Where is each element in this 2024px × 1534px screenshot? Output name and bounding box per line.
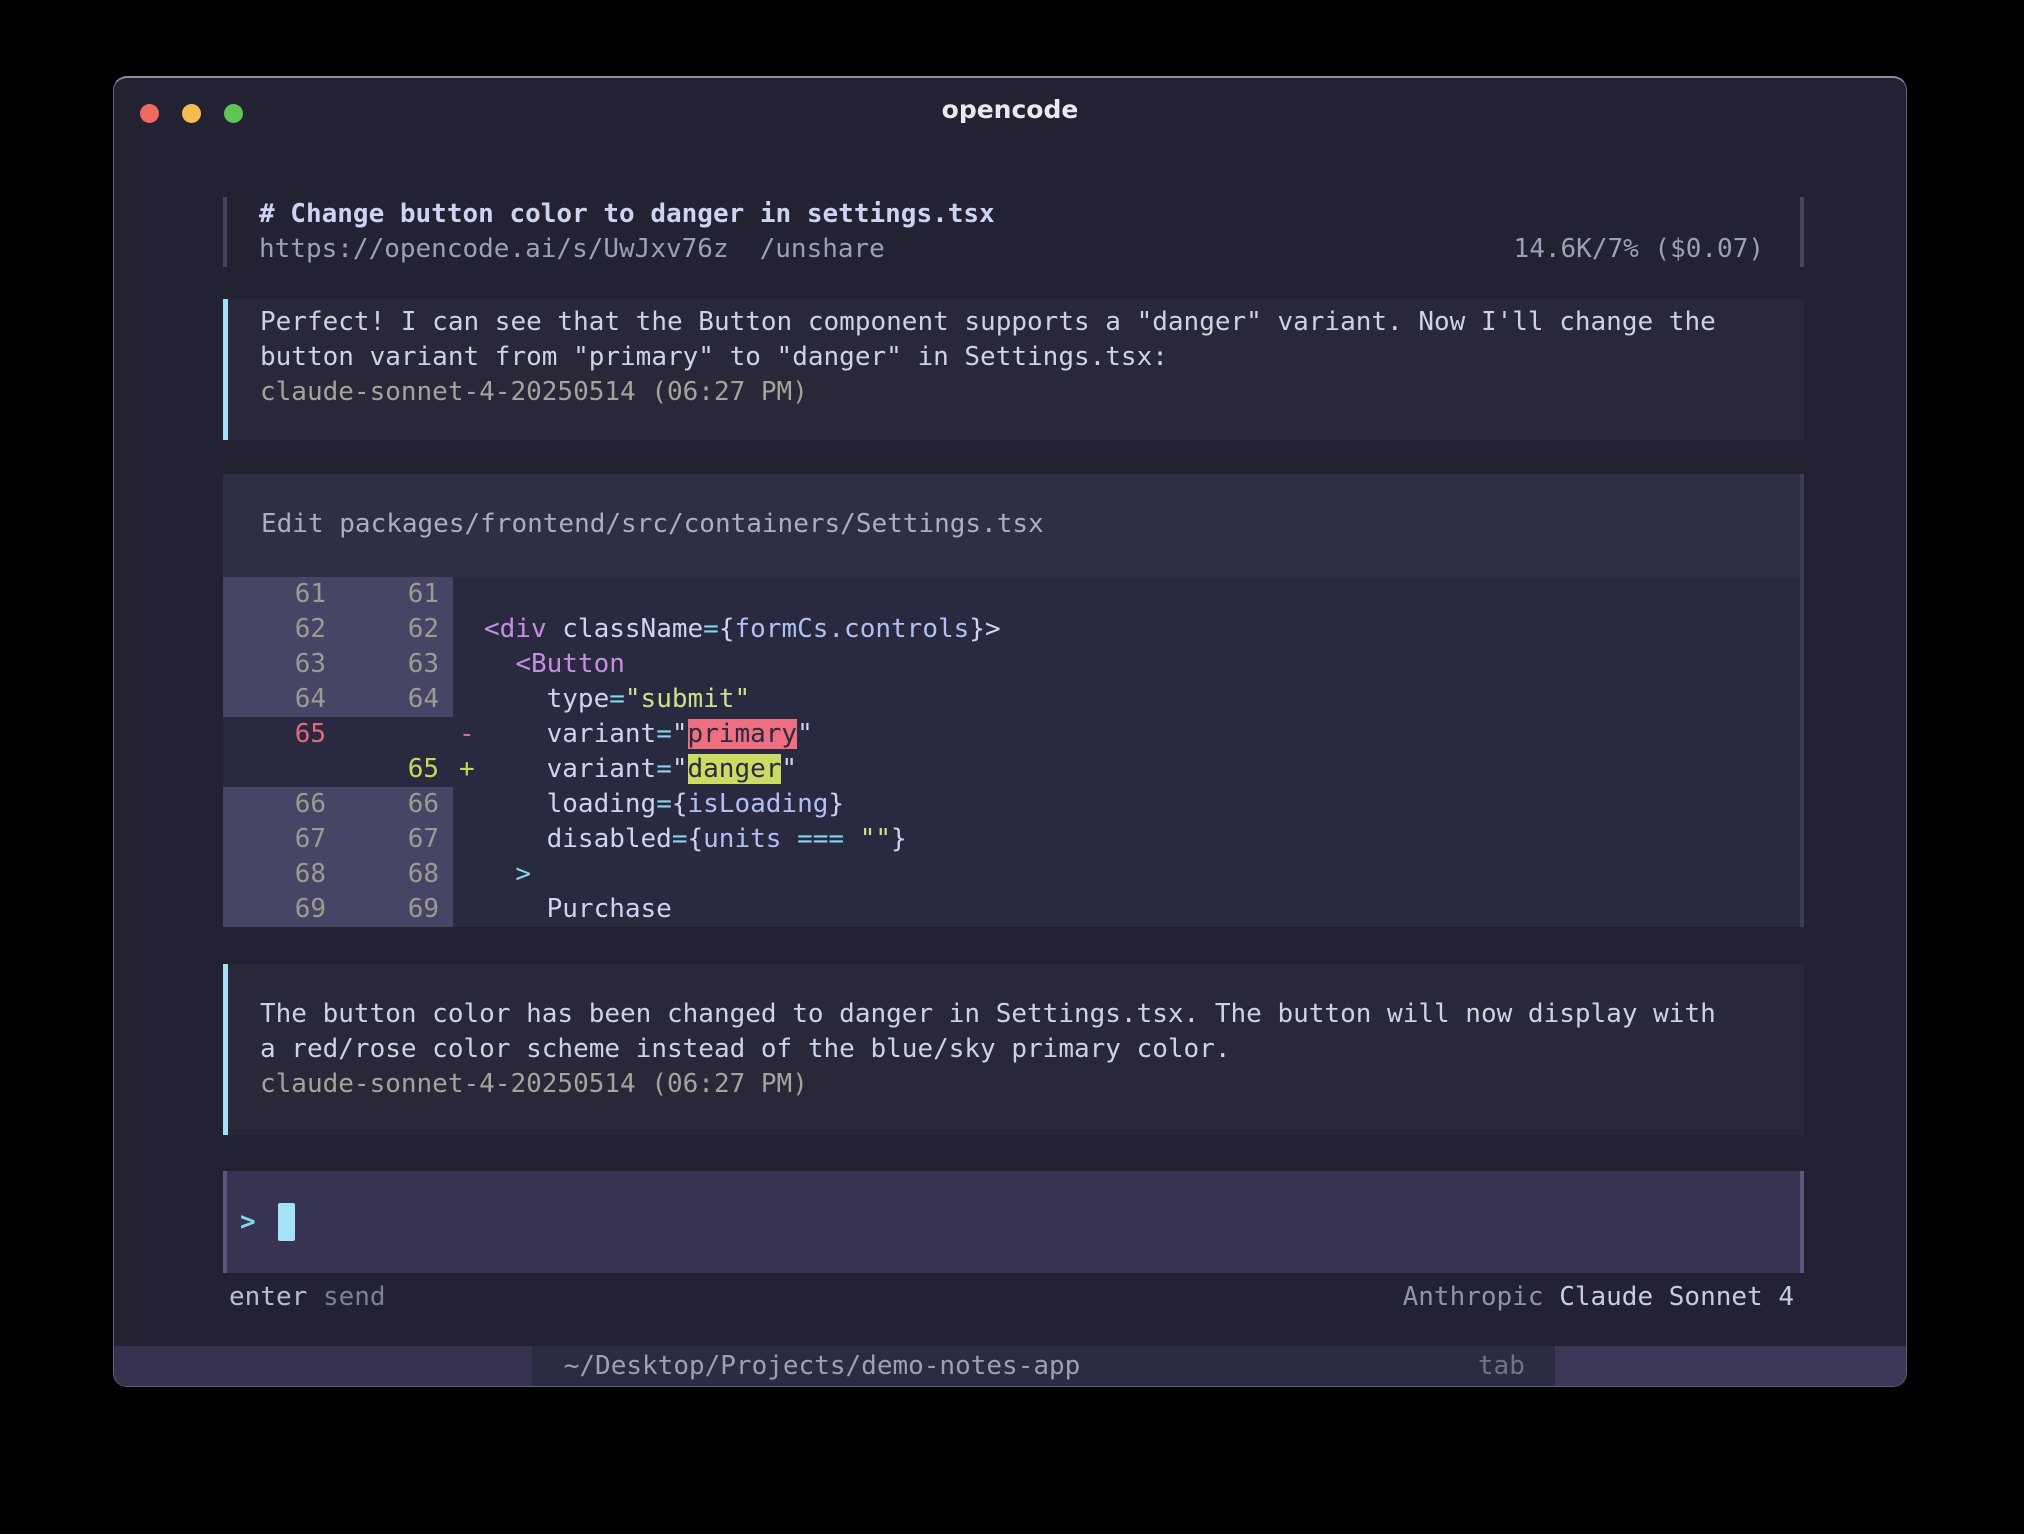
message-model-meta: claude-sonnet-4-20250514 (06:27 PM) xyxy=(260,1067,1804,1102)
edit-tool-header: Edit packages/frontend/src/containers/Se… xyxy=(223,507,1800,542)
prompt-symbol: > xyxy=(240,1205,256,1240)
share-url[interactable]: https://opencode.ai/s/UwJxv76z xyxy=(259,232,729,267)
hints-row: enter send Anthropic Claude Sonnet 4 xyxy=(223,1280,1804,1315)
model-label: Claude Sonnet 4 xyxy=(1559,1280,1794,1315)
diff-line: 6868 > xyxy=(223,857,1800,892)
unshare-command: /unshare xyxy=(760,232,885,267)
tab-key-hint: tab xyxy=(1478,1349,1525,1384)
assistant-message-2: The button color has been changed to dan… xyxy=(223,964,1804,1135)
enter-key-hint: enter xyxy=(229,1280,307,1315)
provider-label: Anthropic xyxy=(1403,1280,1544,1315)
message-model-meta: claude-sonnet-4-20250514 (06:27 PM) xyxy=(260,375,1804,410)
diff-line: 6363 <Button xyxy=(223,647,1800,682)
diff-line: 6262<div className={formCs.controls}> xyxy=(223,612,1800,647)
traffic-lights xyxy=(140,104,243,123)
status-bar-right: tab BUILDMODE xyxy=(1478,1346,1906,1386)
message-text: Perfect! I can see that the Button compo… xyxy=(260,305,1804,340)
diff-line: 6767 disabled={units === ""} xyxy=(223,822,1800,857)
mode-chip: BUILDMODE xyxy=(1555,1346,1906,1386)
edit-tool-call: Edit packages/frontend/src/containers/Se… xyxy=(223,474,1804,927)
opencode-window: opencode # Change button color to danger… xyxy=(113,76,1907,1387)
diff-line: 65- variant="primary" xyxy=(223,717,1800,752)
message-text: a red/rose color scheme instead of the b… xyxy=(260,1032,1804,1067)
close-button[interactable] xyxy=(140,104,159,123)
minimize-button[interactable] xyxy=(182,104,201,123)
diff-line: 65+ variant="danger" xyxy=(223,752,1800,787)
working-directory: ~/Desktop/Projects/demo-notes-app xyxy=(564,1349,1081,1384)
text-cursor xyxy=(278,1203,295,1241)
session-meta-row: https://opencode.ai/s/UwJxv76z /unshare … xyxy=(259,232,1764,267)
status-bar: opencodev0.3.11 ~/Desktop/Projects/demo-… xyxy=(114,1346,1906,1386)
window-title: opencode xyxy=(114,78,1906,142)
assistant-message-1: Perfect! I can see that the Button compo… xyxy=(223,299,1804,440)
session-title: # Change button color to danger in setti… xyxy=(259,197,1764,232)
maximize-button[interactable] xyxy=(224,104,243,123)
app-version-chip: opencodev0.3.11 xyxy=(114,1346,532,1386)
diff-view: 61616262<div className={formCs.controls}… xyxy=(223,577,1800,927)
session-header: # Change button color to danger in setti… xyxy=(223,197,1804,267)
diff-line: 6666 loading={isLoading} xyxy=(223,787,1800,822)
token-usage-stats: 14.6K/7% ($0.07) xyxy=(1514,232,1764,267)
diff-line: 6969 Purchase xyxy=(223,892,1800,927)
main-content: # Change button color to danger in setti… xyxy=(114,197,1906,1315)
spacer xyxy=(386,1280,1403,1315)
diff-line: 6464 type="submit" xyxy=(223,682,1800,717)
message-text: button variant from "primary" to "danger… xyxy=(260,340,1804,375)
prompt-input[interactable]: > xyxy=(223,1171,1804,1273)
desktop: opencode # Change button color to danger… xyxy=(0,0,2024,1534)
titlebar: opencode xyxy=(114,78,1906,142)
message-text: The button color has been changed to dan… xyxy=(260,997,1804,1032)
send-action-hint: send xyxy=(323,1280,386,1315)
diff-line: 6161 xyxy=(223,577,1800,612)
